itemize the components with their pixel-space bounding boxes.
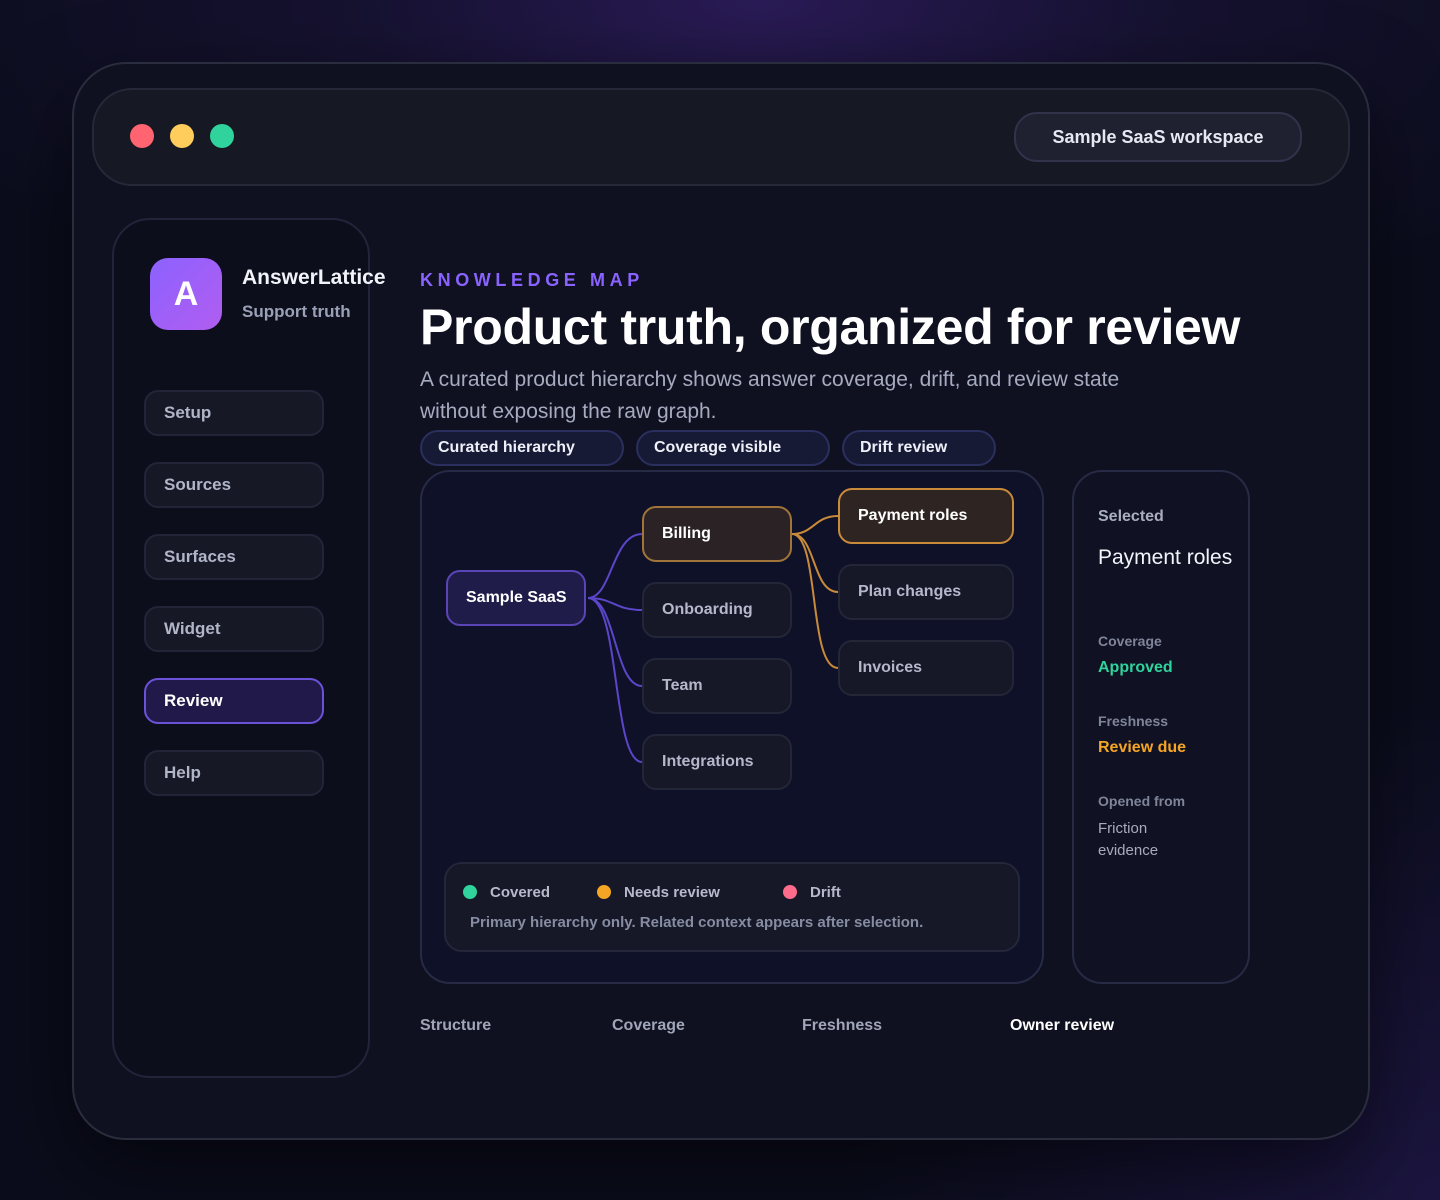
sidebar-item-surfaces[interactable]: Surfaces bbox=[144, 534, 324, 580]
tree-node-plan-changes[interactable]: Plan changes bbox=[838, 564, 1014, 620]
tab-owner-review[interactable]: Owner review bbox=[1010, 1017, 1114, 1035]
sidebar-item-help[interactable]: Help bbox=[144, 750, 324, 796]
tree-node-root[interactable]: Sample SaaS bbox=[446, 570, 586, 626]
tab-freshness[interactable]: Freshness bbox=[802, 1017, 882, 1035]
app-logo: A bbox=[150, 258, 222, 330]
detail-selected-label: Selected bbox=[1098, 508, 1164, 525]
maximize-window-dot[interactable] bbox=[210, 124, 234, 148]
detail-coverage-label: Coverage bbox=[1098, 633, 1162, 649]
tree-node-onboarding[interactable]: Onboarding bbox=[642, 582, 792, 638]
workspace-switcher[interactable]: Sample SaaS workspace bbox=[1014, 112, 1302, 162]
tree-node-integrations[interactable]: Integrations bbox=[642, 734, 792, 790]
legend-needs-review: Needs review bbox=[624, 884, 720, 901]
page-title: Product truth, organized for review bbox=[420, 299, 1241, 355]
detail-opened-label: Opened from bbox=[1098, 793, 1186, 809]
sidebar-item-sources[interactable]: Sources bbox=[144, 462, 324, 508]
legend-drift: Drift bbox=[810, 884, 841, 901]
tree-node-billing[interactable]: Billing bbox=[642, 506, 792, 562]
minimize-window-dot[interactable] bbox=[170, 124, 194, 148]
covered-dot-icon bbox=[463, 885, 477, 899]
detail-freshness-value: Review due bbox=[1098, 739, 1187, 756]
detail-opened-value: Friction evidence bbox=[1098, 820, 1159, 859]
drift-dot-icon bbox=[783, 885, 797, 899]
sidebar-item-review[interactable]: Review bbox=[144, 678, 324, 724]
legend-note: Primary hierarchy only. Related context … bbox=[470, 914, 924, 931]
legend-covered: Covered bbox=[490, 884, 551, 901]
close-window-dot[interactable] bbox=[130, 124, 154, 148]
page-subtitle: A curated product hierarchy shows answer… bbox=[420, 368, 1120, 423]
tree-node-invoices[interactable]: Invoices bbox=[838, 640, 1014, 696]
brand-tagline: Support truth bbox=[242, 302, 351, 321]
tab-coverage[interactable]: Coverage bbox=[612, 1017, 685, 1035]
brand-name: AnswerLattice bbox=[242, 266, 386, 289]
detail-title: Payment roles bbox=[1098, 546, 1233, 569]
map-legend bbox=[444, 862, 1020, 952]
tree-node-payment-roles[interactable]: Payment roles bbox=[838, 488, 1014, 544]
needs-review-dot-icon bbox=[597, 885, 611, 899]
detail-freshness-label: Freshness bbox=[1098, 713, 1169, 729]
sidebar-item-widget[interactable]: Widget bbox=[144, 606, 324, 652]
chip-curated-hierarchy[interactable]: Curated hierarchy bbox=[420, 430, 624, 466]
chip-coverage-visible[interactable]: Coverage visible bbox=[636, 430, 830, 466]
section-eyebrow: KNOWLEDGE MAP bbox=[420, 270, 644, 290]
detail-coverage-value: Approved bbox=[1098, 659, 1173, 676]
tab-structure[interactable]: Structure bbox=[420, 1017, 491, 1035]
chip-drift-review[interactable]: Drift review bbox=[842, 430, 996, 466]
sidebar-item-setup[interactable]: Setup bbox=[144, 390, 324, 436]
tree-node-team[interactable]: Team bbox=[642, 658, 792, 714]
